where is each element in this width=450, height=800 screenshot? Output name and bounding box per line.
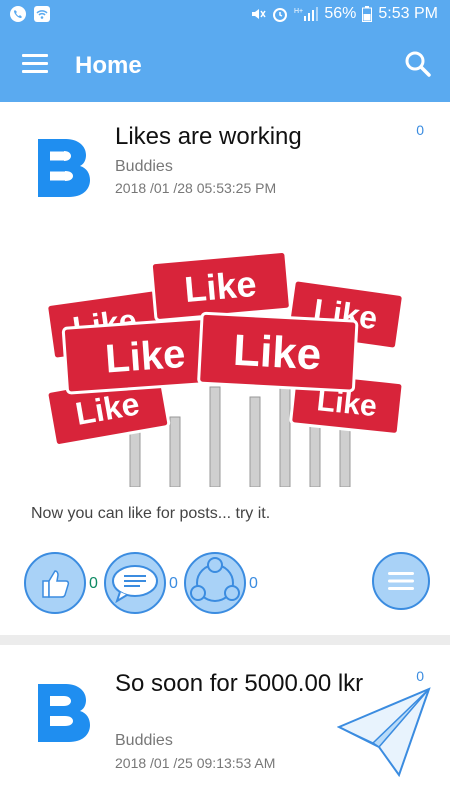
signal-icon: H+ — [294, 7, 319, 21]
buddies-logo-icon — [20, 670, 104, 754]
phone-call-icon — [10, 6, 26, 22]
post-author: Buddies — [115, 158, 173, 175]
like-sign-text: Like — [232, 326, 322, 380]
comment-icon — [112, 565, 158, 604]
hamburger-menu-icon[interactable] — [22, 54, 48, 76]
page-title: Home — [75, 52, 142, 79]
battery-icon — [362, 6, 373, 22]
thumbs-up-icon — [42, 570, 70, 598]
clock: 5:53 PM — [378, 5, 438, 22]
search-icon[interactable] — [404, 50, 432, 78]
menu-lines-icon — [388, 572, 414, 590]
app-bar: Home — [0, 30, 450, 102]
share-icon — [190, 557, 240, 602]
alarm-icon — [273, 8, 288, 22]
share-count: 0 — [249, 575, 258, 592]
paper-plane-icon — [337, 687, 431, 777]
like-count: 0 — [89, 575, 98, 592]
post-author: Buddies — [115, 732, 173, 749]
buddies-logo-icon — [20, 125, 104, 209]
status-bar: H+ 56% 5:53 PM — [0, 0, 450, 30]
post-title: So soon for 5000.00 lkr — [115, 670, 364, 697]
wifi-call-icon — [34, 6, 50, 22]
comment-count: 0 — [169, 575, 178, 592]
share-button[interactable] — [184, 552, 246, 614]
like-sign-text: Like — [104, 332, 187, 381]
post-date: 2018 /01 /28 05:53:25 PM — [115, 180, 277, 196]
post-card[interactable]: So soon for 5000.00 lkr Buddies 2018 /01… — [0, 645, 450, 800]
battery-percent: 56% — [324, 5, 357, 22]
svg-text:H+: H+ — [294, 8, 303, 15]
post-date: 2018 /01 /25 09:13:53 AM — [115, 755, 276, 771]
post-menu-button[interactable] — [372, 552, 430, 610]
like-button[interactable] — [24, 552, 86, 614]
post-badge-count: 0 — [416, 668, 424, 684]
post-card[interactable]: Likes are working Buddies 2018 /01 /28 0… — [0, 102, 450, 635]
post-image: Like Like Like Like Like Like Like — [35, 237, 415, 487]
like-sign-text: Like — [183, 263, 258, 310]
post-title: Likes are working — [115, 123, 302, 150]
post-body-text: Now you can like for posts... try it. — [31, 505, 271, 522]
post-badge-count: 0 — [416, 122, 424, 138]
mute-icon — [252, 9, 266, 19]
comment-button[interactable] — [104, 552, 166, 614]
